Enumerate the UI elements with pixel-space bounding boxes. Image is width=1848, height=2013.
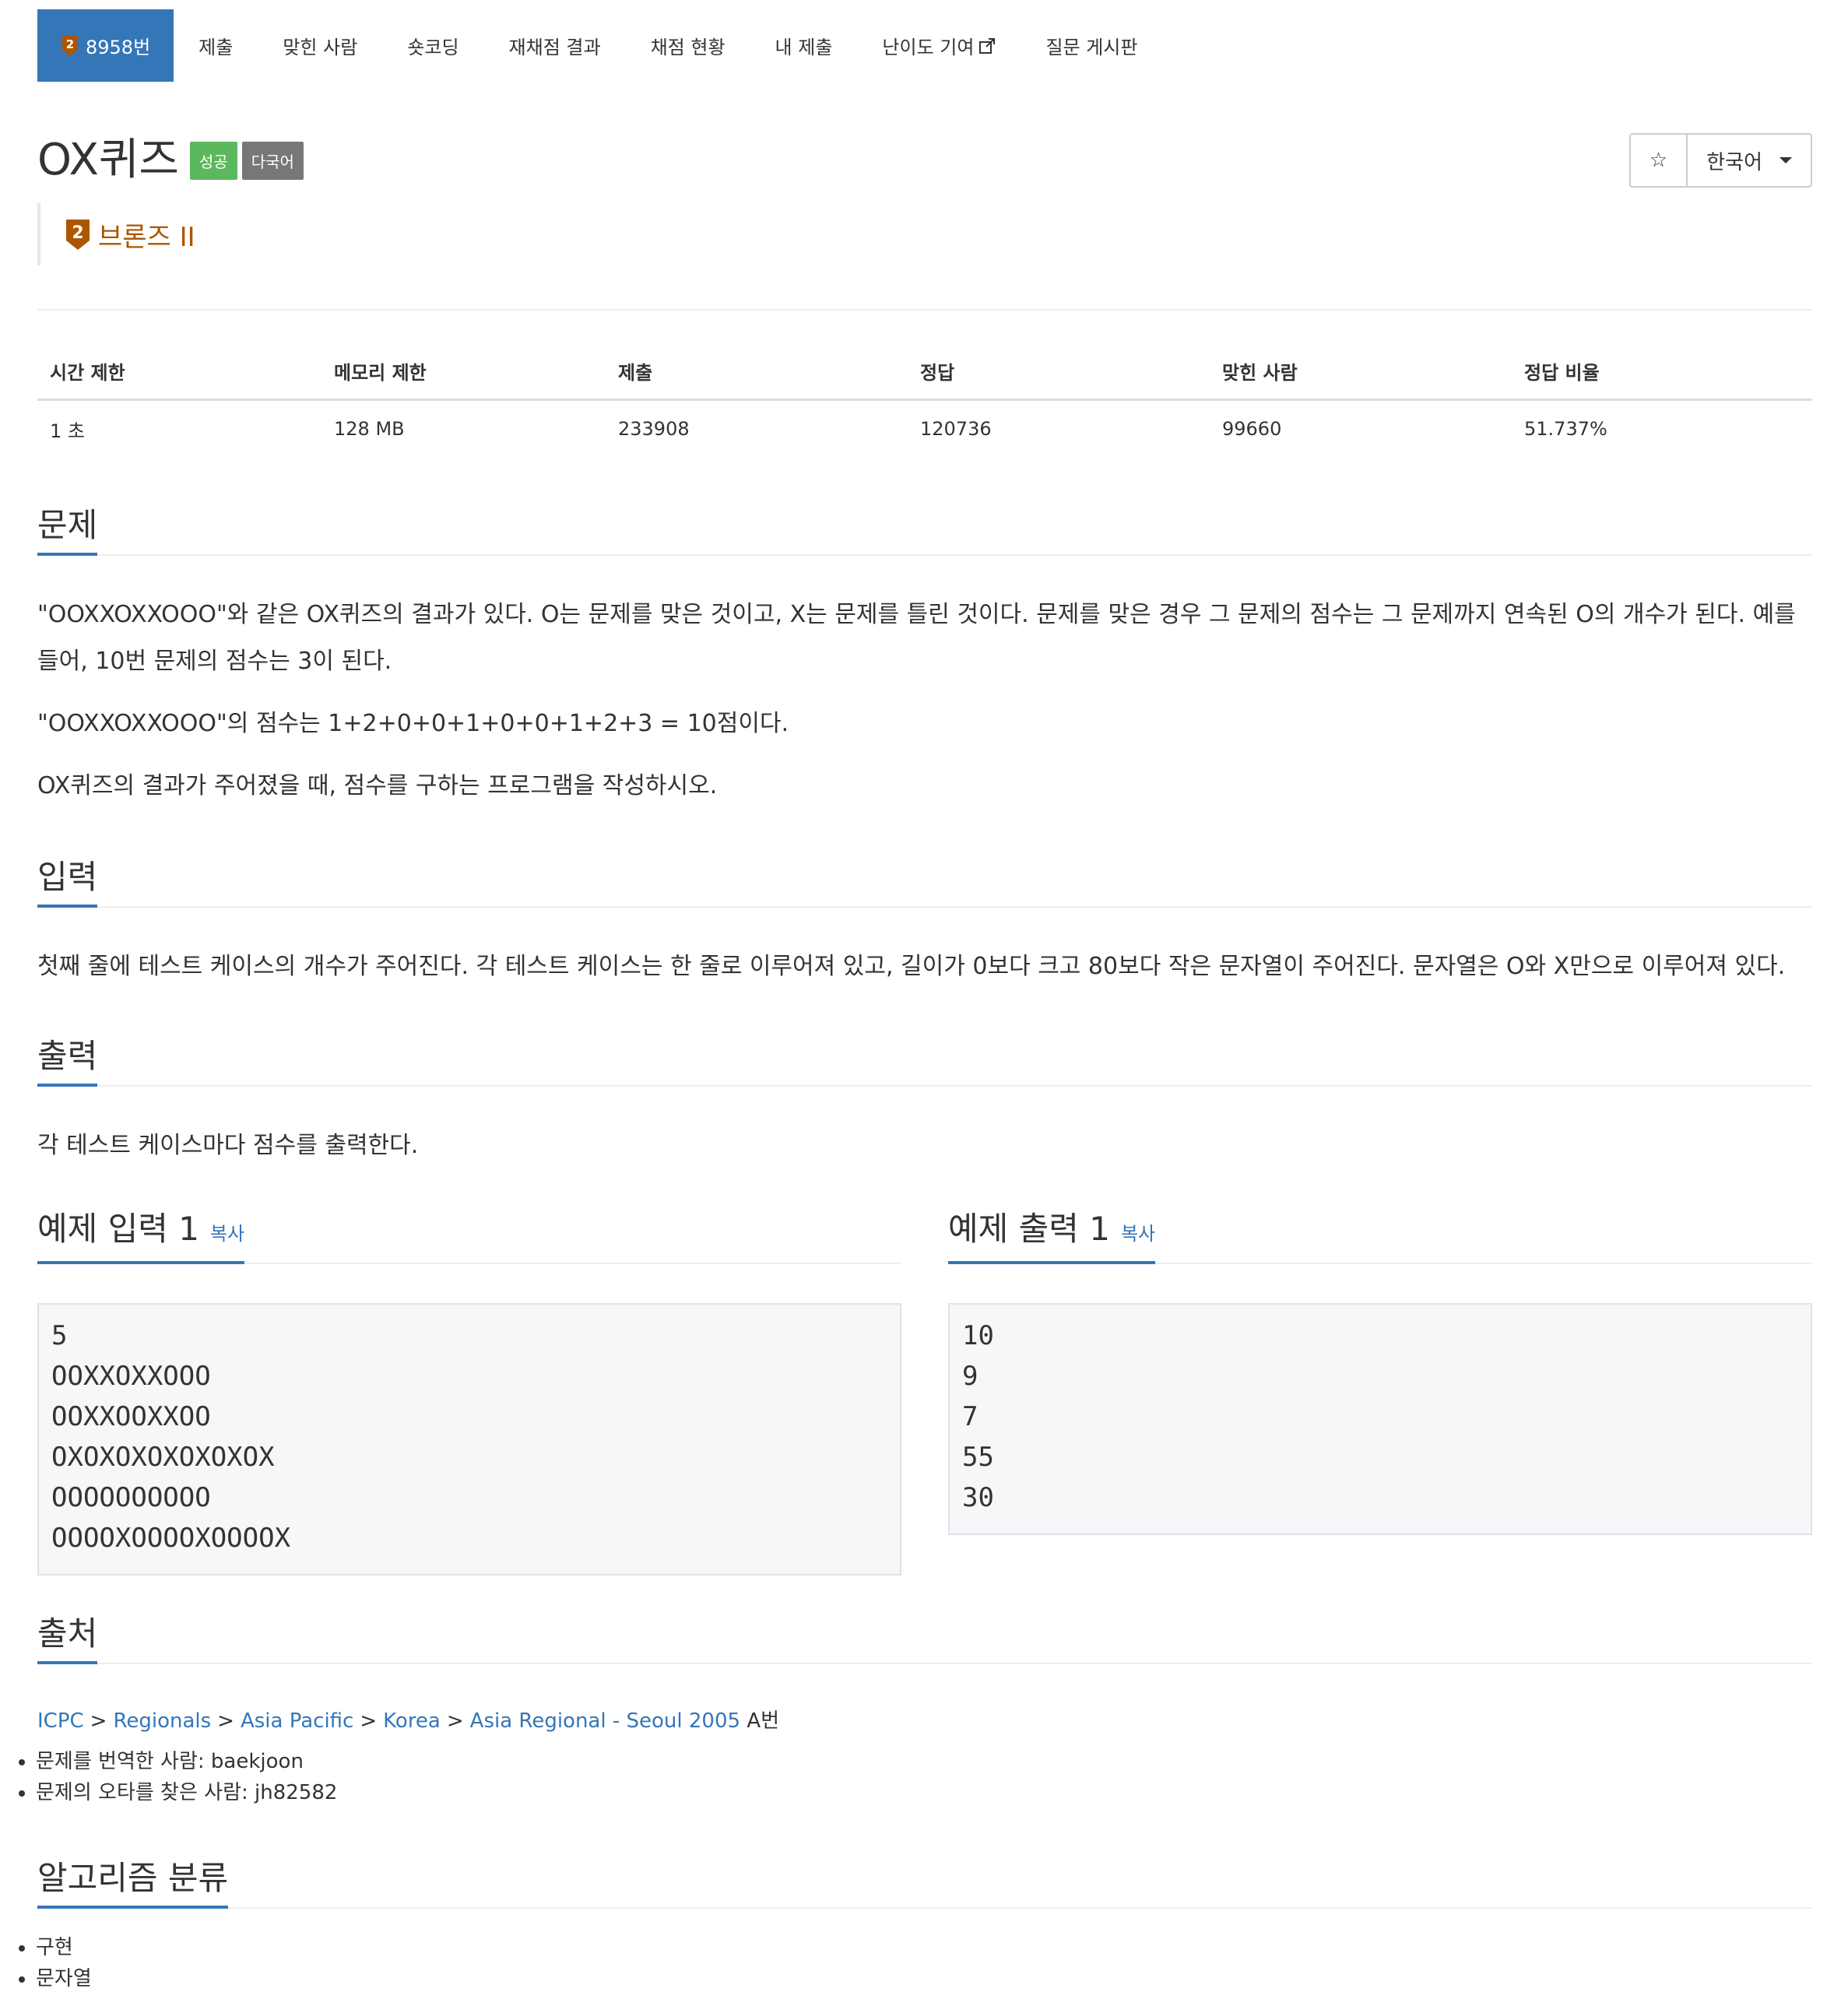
section-title: 입력 — [37, 850, 98, 908]
source-link-asia-pacific[interactable]: Asia Pacific — [241, 1709, 353, 1733]
bronze-tier-icon: 2 — [62, 35, 78, 56]
source-problem-letter: A번 — [747, 1709, 780, 1733]
nav-short-coding[interactable]: 숏코딩 — [382, 9, 483, 82]
section-headline: 출처 — [37, 1607, 1812, 1664]
caret-down-icon — [1779, 157, 1792, 163]
samples-section: 예제 입력 1 복사 5 OOXXOXXOOO OOXXOOXXOO OXOXOX… — [37, 1207, 1812, 1576]
breadcrumb-separator: > — [90, 1709, 107, 1733]
section-headline: 예제 입력 1 복사 — [37, 1207, 901, 1264]
section-title: 알고리즘 분류 — [37, 1851, 229, 1909]
section-title: 예제 출력 1 복사 — [948, 1202, 1156, 1264]
problem-title-group: OX퀴즈 성공 다국어 — [37, 133, 304, 188]
problem-tools: ☆ 한국어 — [1628, 133, 1812, 188]
sample-output-title: 예제 출력 1 — [948, 1210, 1110, 1248]
info-header-solved-users: 맞힌 사람 — [1210, 343, 1512, 401]
info-value-row: 1 초 128 MB 233908 120736 99660 51.737% — [37, 400, 1812, 458]
source-link-icpc[interactable]: ICPC — [37, 1709, 84, 1733]
section-title: 출력 — [37, 1029, 98, 1087]
problem-text-1: "OOXXOXXOOO"와 같은 OX퀴즈의 결과가 있다. O는 문제를 맞은… — [37, 601, 1796, 675]
info-header-accepted: 정답 — [908, 343, 1210, 401]
info-time-limit: 1 초 — [50, 420, 85, 442]
sample-input-column: 예제 입력 1 복사 5 OOXXOXXOOO OOXXOOXXOO OXOXOX… — [37, 1207, 901, 1576]
language-dropdown[interactable]: 한국어 — [1686, 135, 1811, 186]
sample-input-title: 예제 입력 1 — [37, 1210, 199, 1248]
sample-output-block[interactable]: 10 9 7 55 30 — [948, 1303, 1812, 1535]
problem-description-section: 문제 "OOXXOXXOOO"와 같은 OX퀴즈의 결과가 있다. O는 문제를… — [37, 498, 1812, 810]
source-link-regionals[interactable]: Regionals — [113, 1709, 211, 1733]
algorithm-tag-list: 구현 문자열 — [14, 1932, 1812, 1994]
breadcrumb-separator: > — [360, 1709, 378, 1733]
bronze-tier-icon: 2 — [66, 220, 90, 250]
section-headline: 입력 — [37, 850, 1812, 908]
sample-input-block[interactable]: 5 OOXXOXXOOO OOXXOOXXOO OXOXOXOXOXOXOX O… — [37, 1303, 901, 1576]
info-accept-ratio: 51.737% — [1524, 418, 1607, 440]
breadcrumb-separator: > — [217, 1709, 234, 1733]
source-link-korea[interactable]: Korea — [383, 1709, 441, 1733]
input-section: 입력 첫째 줄에 테스트 케이스의 개수가 주어진다. 각 테스트 케이스는 한… — [37, 850, 1812, 990]
info-memory-limit: 128 MB — [334, 418, 405, 440]
algorithm-section: 알고리즘 분류 구현 문자열 — [36, 1851, 1812, 1994]
credits-list: 문제를 번역한 사람: baekjoon 문제의 오타를 찾은 사람: jh82… — [14, 1746, 1812, 1808]
language-label: 한국어 — [1706, 150, 1762, 174]
multilang-label: 다국어 — [241, 141, 304, 180]
tier-badge-number: 2 — [66, 37, 74, 51]
favorite-button[interactable]: ☆ — [1631, 135, 1686, 186]
tier-badge-number: 2 — [72, 223, 83, 243]
info-header-memory-limit: 메모리 제한 — [321, 343, 606, 401]
problem-number: 8958번 — [86, 37, 151, 58]
copy-sample-output-button[interactable]: 복사 — [1121, 1223, 1155, 1245]
nav-problem-number[interactable]: 2 8958번 — [37, 9, 174, 82]
section-title: 문제 — [37, 498, 98, 556]
star-icon: ☆ — [1649, 149, 1668, 172]
problem-info-table: 시간 제한 메모리 제한 제출 정답 맞힌 사람 정답 비율 1 초 128 M… — [37, 343, 1812, 457]
section-title: 예제 입력 1 복사 — [37, 1202, 245, 1264]
success-label: 성공 — [189, 141, 237, 180]
info-header-accept-ratio: 정답 비율 — [1512, 343, 1812, 401]
header-divider — [37, 309, 1812, 311]
external-link-icon — [979, 37, 996, 54]
section-title: 출처 — [37, 1607, 98, 1664]
nav-question-board[interactable]: 질문 게시판 — [1021, 9, 1162, 82]
source-section: 출처 ICPC > Regionals > Asia Pacific > Korea > Asi… — [36, 1607, 1812, 1808]
info-submissions: 233908 — [618, 418, 690, 440]
copy-sample-input-button[interactable]: 복사 — [210, 1223, 244, 1245]
credit-typo-finder: 문제의 오타를 찾은 사람: jh82582 — [36, 1777, 1812, 1808]
nav-difficulty-label: 난이도 기여 — [882, 37, 975, 58]
nav-judge-status[interactable]: 채점 현황 — [626, 9, 750, 82]
problem-header: OX퀴즈 성공 다국어 2 브론즈 II ☆ 한국어 — [37, 133, 1812, 265]
nav-solved-users[interactable]: 맞힌 사람 — [258, 9, 382, 82]
problem-page: 2 8958번 제출 맞힌 사람 숏코딩 재채점 결과 채점 현황 내 제출 난… — [36, 0, 1812, 1990]
nav-my-submissions[interactable]: 내 제출 — [750, 9, 858, 82]
output-text: 각 테스트 케이스마다 점수를 출력한다. — [37, 1132, 419, 1159]
problem-text-2: "OOXXOXXOOO"의 점수는 1+2+0+0+1+0+0+1+2+3 = … — [37, 710, 789, 737]
nav-submit[interactable]: 제출 — [174, 9, 258, 82]
problem-text-3: OX퀴즈의 결과가 주어졌을 때, 점수를 구하는 프로그램을 작성하시오. — [37, 772, 718, 799]
info-header-submissions: 제출 — [606, 343, 908, 401]
output-section: 출력 각 테스트 케이스마다 점수를 출력한다. — [37, 1029, 1812, 1169]
section-headline: 문제 — [37, 498, 1812, 556]
problem-nav: 2 8958번 제출 맞힌 사람 숏코딩 재채점 결과 채점 현황 내 제출 난… — [37, 9, 1812, 82]
info-header-row: 시간 제한 메모리 제한 제출 정답 맞힌 사람 정답 비율 — [37, 343, 1812, 401]
algorithm-tag[interactable]: 구현 — [36, 1932, 1812, 1963]
source-breadcrumb: ICPC > Regionals > Asia Pacific > Korea > Asia R… — [37, 1705, 1812, 1734]
section-headline: 알고리즘 분류 — [37, 1851, 1812, 1909]
info-header-time-limit: 시간 제한 — [37, 343, 321, 401]
info-accepted: 120736 — [920, 418, 992, 440]
input-text: 첫째 줄에 테스트 케이스의 개수가 주어진다. 각 테스트 케이스는 한 줄로… — [37, 953, 1786, 980]
info-solved-users: 99660 — [1222, 418, 1282, 440]
credit-translator: 문제를 번역한 사람: baekjoon — [36, 1746, 1812, 1777]
nav-difficulty-contribution[interactable]: 난이도 기여 — [857, 9, 1021, 82]
tier-name: 브론즈 II — [98, 221, 195, 253]
problem-tier: 2 브론즈 II — [37, 203, 195, 265]
source-link-seoul-2005[interactable]: Asia Regional - Seoul 2005 — [470, 1709, 740, 1733]
nav-rejudge-results[interactable]: 재채점 결과 — [484, 9, 626, 82]
section-headline: 예제 출력 1 복사 — [948, 1207, 1812, 1264]
algorithm-tag[interactable]: 문자열 — [36, 1963, 1812, 1994]
sample-output-column: 예제 출력 1 복사 10 9 7 55 30 — [948, 1207, 1812, 1576]
problem-title: OX퀴즈 — [37, 135, 179, 185]
breadcrumb-separator: > — [446, 1709, 464, 1733]
section-headline: 출력 — [37, 1029, 1812, 1087]
